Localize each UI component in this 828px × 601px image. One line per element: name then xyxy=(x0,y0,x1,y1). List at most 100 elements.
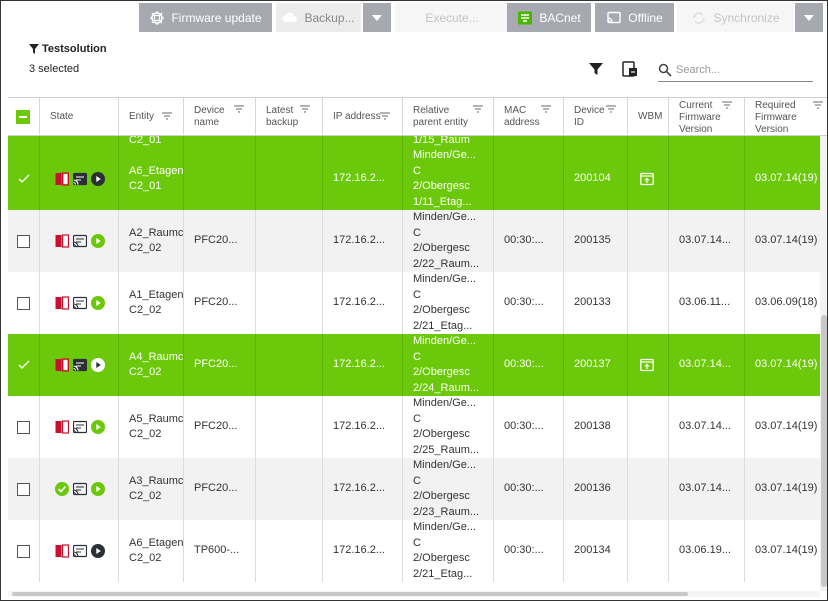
horizontal-scrollbar-thumb[interactable] xyxy=(12,592,688,596)
vertical-scrollbar-thumb[interactable] xyxy=(821,315,827,587)
search-box[interactable] xyxy=(658,58,813,82)
table-cell: 03.07.14(19) xyxy=(744,458,827,520)
column-header-wbm[interactable]: WBM xyxy=(627,98,668,135)
checkmark-icon[interactable] xyxy=(17,358,31,372)
column-header-device-id[interactable]: Device ID xyxy=(563,98,627,135)
play-icon[interactable] xyxy=(91,172,105,186)
column-filter-icon[interactable] xyxy=(162,112,172,120)
table-cell: Minden/Ge... C 2/Obergesc 2/24_Raum... xyxy=(402,334,493,396)
play-icon[interactable] xyxy=(91,358,105,372)
table-cell xyxy=(8,136,39,148)
table-cell: A3_Raumc C2_02 xyxy=(118,458,183,520)
device-id-header-line: Device xyxy=(574,105,605,116)
column-header-current-firmware[interactable]: Current Firmware Version xyxy=(668,98,744,135)
play-icon[interactable] xyxy=(91,420,105,434)
table-row[interactable]: A1_Etagen C2_02 PFC20... 172.16.2... Minden/… xyxy=(8,272,827,334)
entity-text: A4_Raumc C2_02 xyxy=(129,350,183,381)
column-header-relative-parent[interactable]: Relative parent entity xyxy=(402,98,493,135)
table-row[interactable]: A6_Etagen C2_02 TP600-... 172.16.2... Minden… xyxy=(8,520,827,582)
play-icon[interactable] xyxy=(91,482,105,496)
offline-button[interactable]: Offline xyxy=(595,3,674,32)
vertical-scrollbar[interactable] xyxy=(820,135,827,591)
table-row[interactable]: A3_Raumc C2_02 PFC20... 172.16.2... Minden/G… xyxy=(8,458,827,520)
parent-entity-text: 2/Obergesc1/15_Raum xyxy=(413,136,470,148)
open-wbm-icon[interactable] xyxy=(640,172,654,186)
cast-icon xyxy=(607,11,621,23)
column-header-device-name[interactable]: Device name xyxy=(183,98,255,135)
checkmark-icon[interactable] xyxy=(17,172,31,186)
bacnet-button[interactable]: BACnet xyxy=(507,3,591,32)
column-filter-icon[interactable] xyxy=(380,112,390,120)
mac-text: 00:30:... xyxy=(504,482,544,495)
sync-icon xyxy=(693,11,706,24)
select-all-checkbox[interactable] xyxy=(8,98,39,135)
current-fw-text: 03.07.14... xyxy=(679,358,731,371)
column-filter-icon[interactable] xyxy=(473,105,483,113)
horizontal-scrollbar[interactable] xyxy=(8,591,820,597)
table-cell: Minden/Ge... C 2/Obergesc 2/21_Etag... xyxy=(402,520,493,582)
table-row[interactable]: A5_Raumc C2_02 PFC20... 172.16.2... Minden/G… xyxy=(8,396,827,458)
row-checkbox[interactable] xyxy=(17,544,30,558)
synchronize-button[interactable]: Synchronize xyxy=(677,3,794,32)
state-icons xyxy=(50,296,105,310)
column-chooser-icon[interactable] xyxy=(621,60,639,78)
parent-entity-line: 2/Obergesc xyxy=(413,304,470,316)
row-checkbox[interactable] xyxy=(17,482,30,496)
mac-text: 00:30:... xyxy=(504,296,544,309)
row-checkbox[interactable] xyxy=(17,234,30,248)
table-cell xyxy=(8,520,39,582)
current-fw-text: 03.06.19... xyxy=(679,544,731,557)
column-filter-icon[interactable] xyxy=(813,101,823,109)
column-header-required-firmware[interactable]: Required Firmware Version xyxy=(744,98,827,135)
filter-icon xyxy=(29,44,39,54)
backup-button[interactable]: Backup... xyxy=(276,3,361,32)
table-row[interactable]: A2_Raumc C2_02 PFC20... 172.16.2... Minden/G… xyxy=(8,210,827,272)
table-row[interactable]: A6_Etagen C2_01 172.16.2... Minden/Ge... C 2/… xyxy=(8,148,827,210)
current-fw-text: 03.07.14... xyxy=(679,482,731,495)
table-cell: 00:30:... xyxy=(493,520,563,582)
table-cell: 172.16.2... xyxy=(322,520,402,582)
table-cell: 200133 xyxy=(563,272,627,334)
table-header: State Entity Device name Latest backup I… xyxy=(8,98,827,136)
column-header-latest-backup[interactable]: Latest backup xyxy=(255,98,322,135)
firmware-update-button[interactable]: Firmware update xyxy=(139,3,272,32)
parent-entity-text: Minden/Ge... C 2/Obergesc 2/22_Raum... xyxy=(413,210,479,272)
synchronize-dropdown-button[interactable] xyxy=(795,3,823,32)
table-cell xyxy=(627,334,668,396)
table-cell: 00:30:... xyxy=(493,396,563,458)
column-filter-icon[interactable] xyxy=(606,105,616,113)
table-cell: Minden/Ge... C 2/Obergesc 2/21_Etag... xyxy=(402,272,493,334)
play-icon[interactable] xyxy=(91,296,105,310)
play-icon[interactable] xyxy=(91,234,105,248)
backup-dropdown-button[interactable] xyxy=(363,3,391,32)
device-id-text: 200133 xyxy=(574,296,611,309)
parent-entity-text: Minden/Ge... C 2/Obergesc 2/21_Etag... xyxy=(413,272,476,334)
column-filter-icon[interactable] xyxy=(300,105,310,113)
mac-text: 00:30:... xyxy=(504,358,544,371)
execute-button[interactable]: Execute... xyxy=(395,3,509,32)
table-cell: 200134 xyxy=(563,520,627,582)
parent-entity-text: Minden/Ge... C 2/Obergesc 2/24_Raum... xyxy=(413,334,479,396)
table-cell: PFC20... xyxy=(183,458,255,520)
search-input[interactable] xyxy=(676,63,806,76)
row-checkbox[interactable] xyxy=(17,296,30,310)
filter-icon[interactable] xyxy=(588,61,604,77)
column-header-mac-address[interactable]: MAC address xyxy=(493,98,563,135)
column-filter-icon[interactable] xyxy=(722,101,732,109)
column-filter-icon[interactable] xyxy=(234,105,244,113)
parent-entity-line: C xyxy=(413,288,421,301)
parent-entity-line: Minden/Ge... xyxy=(413,335,476,347)
entity-line: C2_02 xyxy=(129,304,162,316)
column-header-entity[interactable]: Entity xyxy=(118,98,183,135)
table-row[interactable]: C2_01 2/Obergesc1/15_Raum xyxy=(8,136,827,148)
table-cell: 03.06.09(18) xyxy=(744,272,827,334)
parent-entity-line: Minden/Ge... xyxy=(413,273,476,285)
open-wbm-icon[interactable] xyxy=(640,358,654,372)
table-row[interactable]: A4_Raumc C2_02 PFC20... 172.16.2... Minden/G… xyxy=(8,334,827,396)
column-header-state[interactable]: State xyxy=(39,98,118,135)
column-filter-icon[interactable] xyxy=(541,105,551,113)
row-checkbox[interactable] xyxy=(17,420,30,434)
column-header-ip-address[interactable]: IP address xyxy=(322,98,402,135)
play-icon[interactable] xyxy=(91,544,105,558)
table-body: C2_012/Obergesc1/15_RaumA6_EtagenC2_0117… xyxy=(8,136,827,593)
